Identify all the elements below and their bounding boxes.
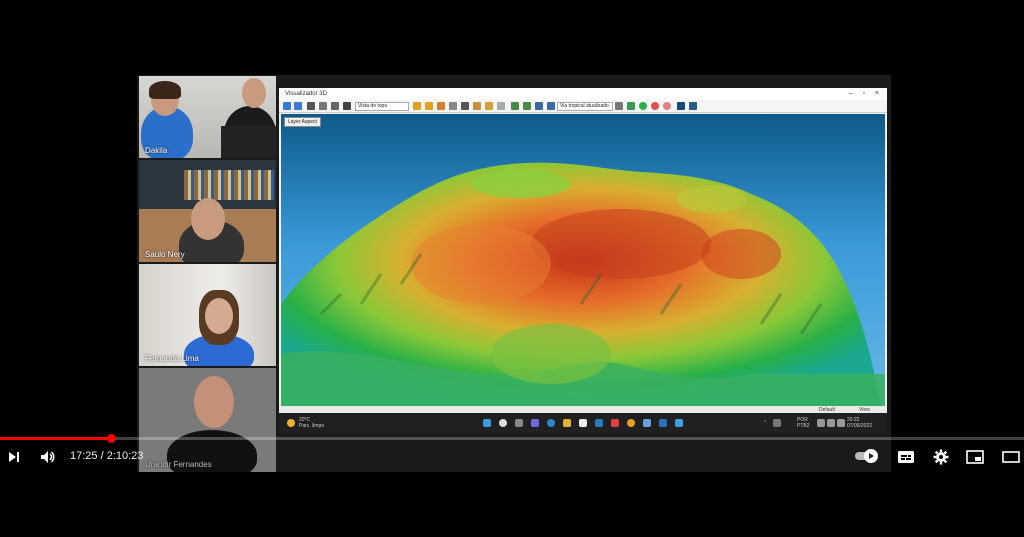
visualizer-icon[interactable] (659, 419, 667, 427)
theater-icon (1002, 451, 1020, 463)
participant-tile: Fernanda Lima (139, 264, 276, 366)
gear-icon (933, 449, 949, 465)
participant-head (194, 376, 234, 428)
stop-icon[interactable] (663, 102, 671, 110)
volume-icon (41, 451, 55, 463)
participant-name: Saulo Nery (145, 250, 185, 259)
participant-tile: Urandir Fernandes (139, 368, 276, 472)
layers-icon[interactable] (523, 102, 531, 110)
export-icon[interactable] (627, 102, 635, 110)
tool-icon[interactable] (449, 102, 457, 110)
sun-icon[interactable] (413, 102, 421, 110)
app-statusbar: Default View (279, 406, 887, 413)
lang-label-2[interactable]: PTB2 (797, 423, 810, 429)
chrome-icon[interactable] (627, 419, 635, 427)
scissors-icon[interactable] (615, 102, 623, 110)
light-icon[interactable] (425, 102, 433, 110)
speaker-icon[interactable] (827, 419, 835, 427)
texture-select[interactable]: Via tropical atualizado (557, 102, 613, 111)
miniplayer-icon (966, 450, 984, 464)
settings-button[interactable] (931, 448, 951, 466)
next-button[interactable] (5, 448, 23, 466)
window-controls[interactable]: – ▫ × (849, 88, 883, 100)
zoom-in-icon[interactable] (283, 102, 291, 110)
autoplay-play-icon[interactable] (864, 449, 878, 463)
tray-app-icon[interactable] (773, 419, 781, 427)
participant-head (205, 298, 233, 334)
clock-date[interactable]: 07/06/2022 (847, 423, 872, 429)
subtitles-icon (898, 451, 914, 463)
office-icon[interactable] (611, 419, 619, 427)
time-total: 2:10:23 (106, 450, 144, 462)
zoom-out-icon[interactable] (294, 102, 302, 110)
participant-tile: Saulo Nery (139, 160, 276, 262)
laptop (221, 126, 276, 158)
participant-head (191, 198, 225, 240)
rotate-icon[interactable] (331, 102, 339, 110)
chart-icon[interactable] (511, 102, 519, 110)
participant-head (242, 78, 266, 108)
layer-button[interactable]: Layer Aspect (284, 117, 321, 127)
participant-name: Urandir Fernandes (145, 460, 212, 469)
chat-icon[interactable] (531, 419, 539, 427)
tray-chevron-icon[interactable]: ⌃ (763, 420, 767, 426)
volume-button[interactable] (38, 448, 58, 466)
windows-taskbar: 20°C Parc. limpo ⌃ POR PTB2 20:22 07/06/… (279, 413, 887, 433)
explorer-icon[interactable] (563, 419, 571, 427)
view-select[interactable]: Vista de topo (355, 102, 409, 111)
home-icon[interactable] (343, 102, 351, 110)
walk-icon[interactable] (307, 102, 315, 110)
progress-scrubber[interactable] (106, 434, 116, 443)
video-icon[interactable] (677, 102, 685, 110)
miniplayer-button[interactable] (965, 448, 985, 466)
app-icon[interactable] (643, 419, 651, 427)
wifi-icon[interactable] (817, 419, 825, 427)
start-icon[interactable] (483, 419, 491, 427)
app-titlebar: Visualizador 3D – ▫ × (279, 88, 887, 100)
bookshelf (184, 170, 274, 200)
arrow-icon[interactable] (437, 102, 445, 110)
terrain-render (281, 162, 885, 406)
store-icon[interactable] (579, 419, 587, 427)
record-icon[interactable] (651, 102, 659, 110)
profile-icon[interactable] (547, 102, 555, 110)
participant-tile: Dakila (139, 76, 276, 158)
play-icon[interactable] (639, 102, 647, 110)
search-icon[interactable] (499, 419, 507, 427)
app-toolbar: Vista de topo Via tropical atualizado (279, 100, 887, 113)
subtitles-button[interactable] (896, 448, 916, 466)
time-current: 17:25 (70, 450, 98, 462)
progress-played (0, 437, 111, 440)
weather-icon[interactable] (287, 419, 295, 427)
participant-name: Dakila (145, 146, 168, 155)
theater-button[interactable] (1001, 448, 1021, 466)
participant-name: Fernanda Lima (145, 354, 199, 363)
skip-next-icon (9, 452, 19, 462)
camera-icon[interactable] (689, 102, 697, 110)
measure-icon[interactable] (461, 102, 469, 110)
task-view-icon[interactable] (515, 419, 523, 427)
grid-icon[interactable] (535, 102, 543, 110)
eraser-icon[interactable] (497, 102, 505, 110)
weather-desc: Parc. limpo (299, 423, 325, 429)
video-progress-bar[interactable] (0, 434, 1024, 443)
app-window[interactable]: Visualizador 3D – ▫ × Vista de topo Via … (279, 88, 887, 413)
edge-icon[interactable] (547, 419, 555, 427)
pencil-icon[interactable] (473, 102, 481, 110)
app-title: Visualizador 3D (285, 91, 327, 97)
zoom-app-icon[interactable] (675, 419, 683, 427)
fly-icon[interactable] (319, 102, 327, 110)
time-display: 17:25 / 2:10:23 (70, 450, 144, 462)
mail-icon[interactable] (595, 419, 603, 427)
terrain-3d-viewport[interactable]: Layer Aspect (281, 114, 885, 406)
battery-icon[interactable] (837, 419, 845, 427)
tag-icon[interactable] (485, 102, 493, 110)
